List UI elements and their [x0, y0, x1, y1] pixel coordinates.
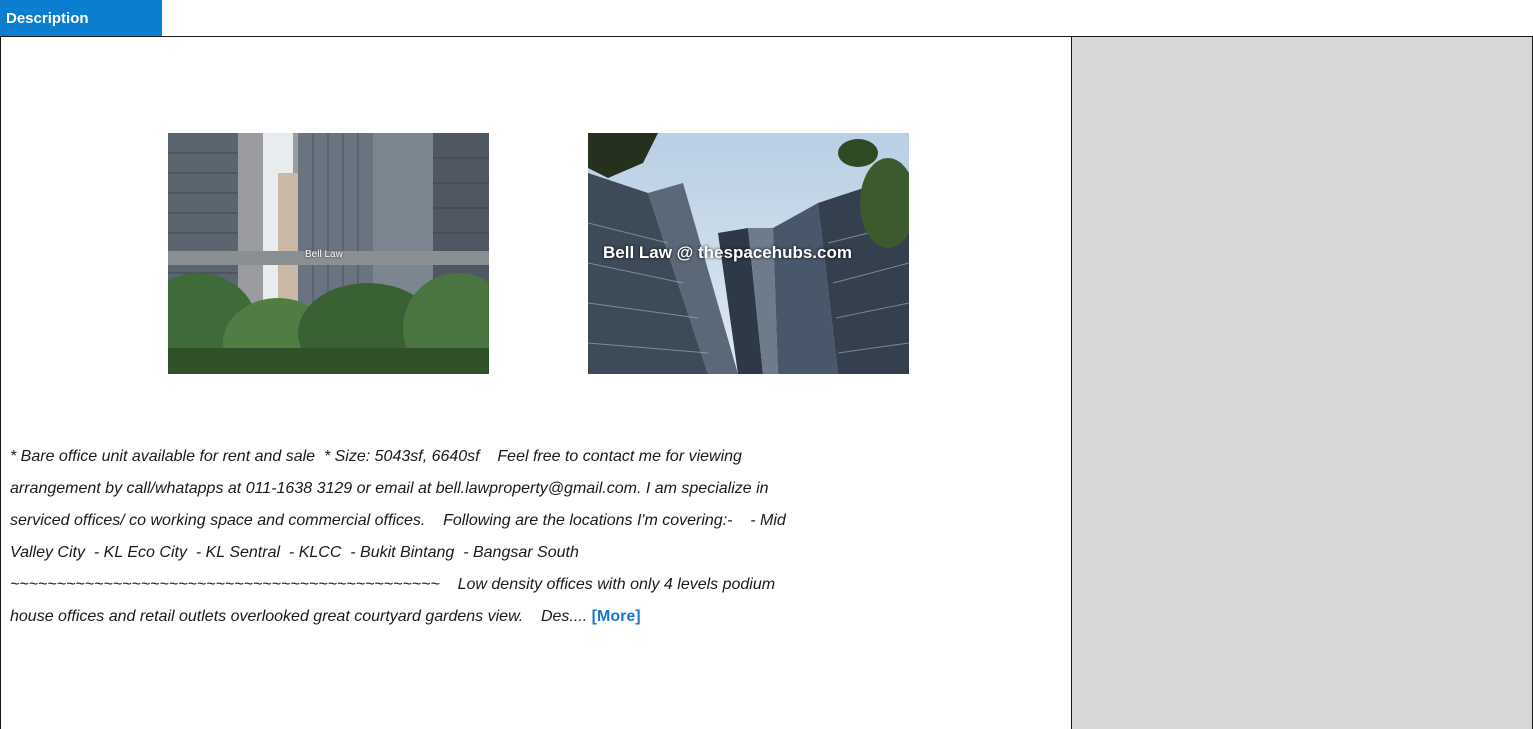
- description-line: * Bare office unit available for rent an…: [10, 448, 742, 465]
- listing-description: * Bare office unit available for rent an…: [10, 441, 1060, 633]
- description-line: house offices and retail outlets overloo…: [10, 608, 592, 625]
- photo-watermark: Bell Law: [305, 249, 343, 260]
- description-line: Valley City - KL Eco City - KL Sentral -…: [10, 544, 579, 561]
- building-photo-skyview: Bell Law @ thespacehubs.com: [588, 133, 909, 374]
- photo-watermark: Bell Law @ thespacehubs.com: [603, 243, 852, 262]
- description-line: ~~~~~~~~~~~~~~~~~~~~~~~~~~~~~~~~~~~~~~~~…: [10, 576, 776, 593]
- side-panel: [1072, 37, 1532, 729]
- building-photo-courtyard: Bell Law: [168, 133, 489, 374]
- more-link[interactable]: [More]: [592, 608, 641, 625]
- description-line: arrangement by call/whatapps at 011-1638…: [10, 480, 769, 497]
- description-line: serviced offices/ co working space and c…: [10, 512, 786, 529]
- tab-description[interactable]: Description: [0, 0, 162, 37]
- content-border-left: [0, 36, 1, 729]
